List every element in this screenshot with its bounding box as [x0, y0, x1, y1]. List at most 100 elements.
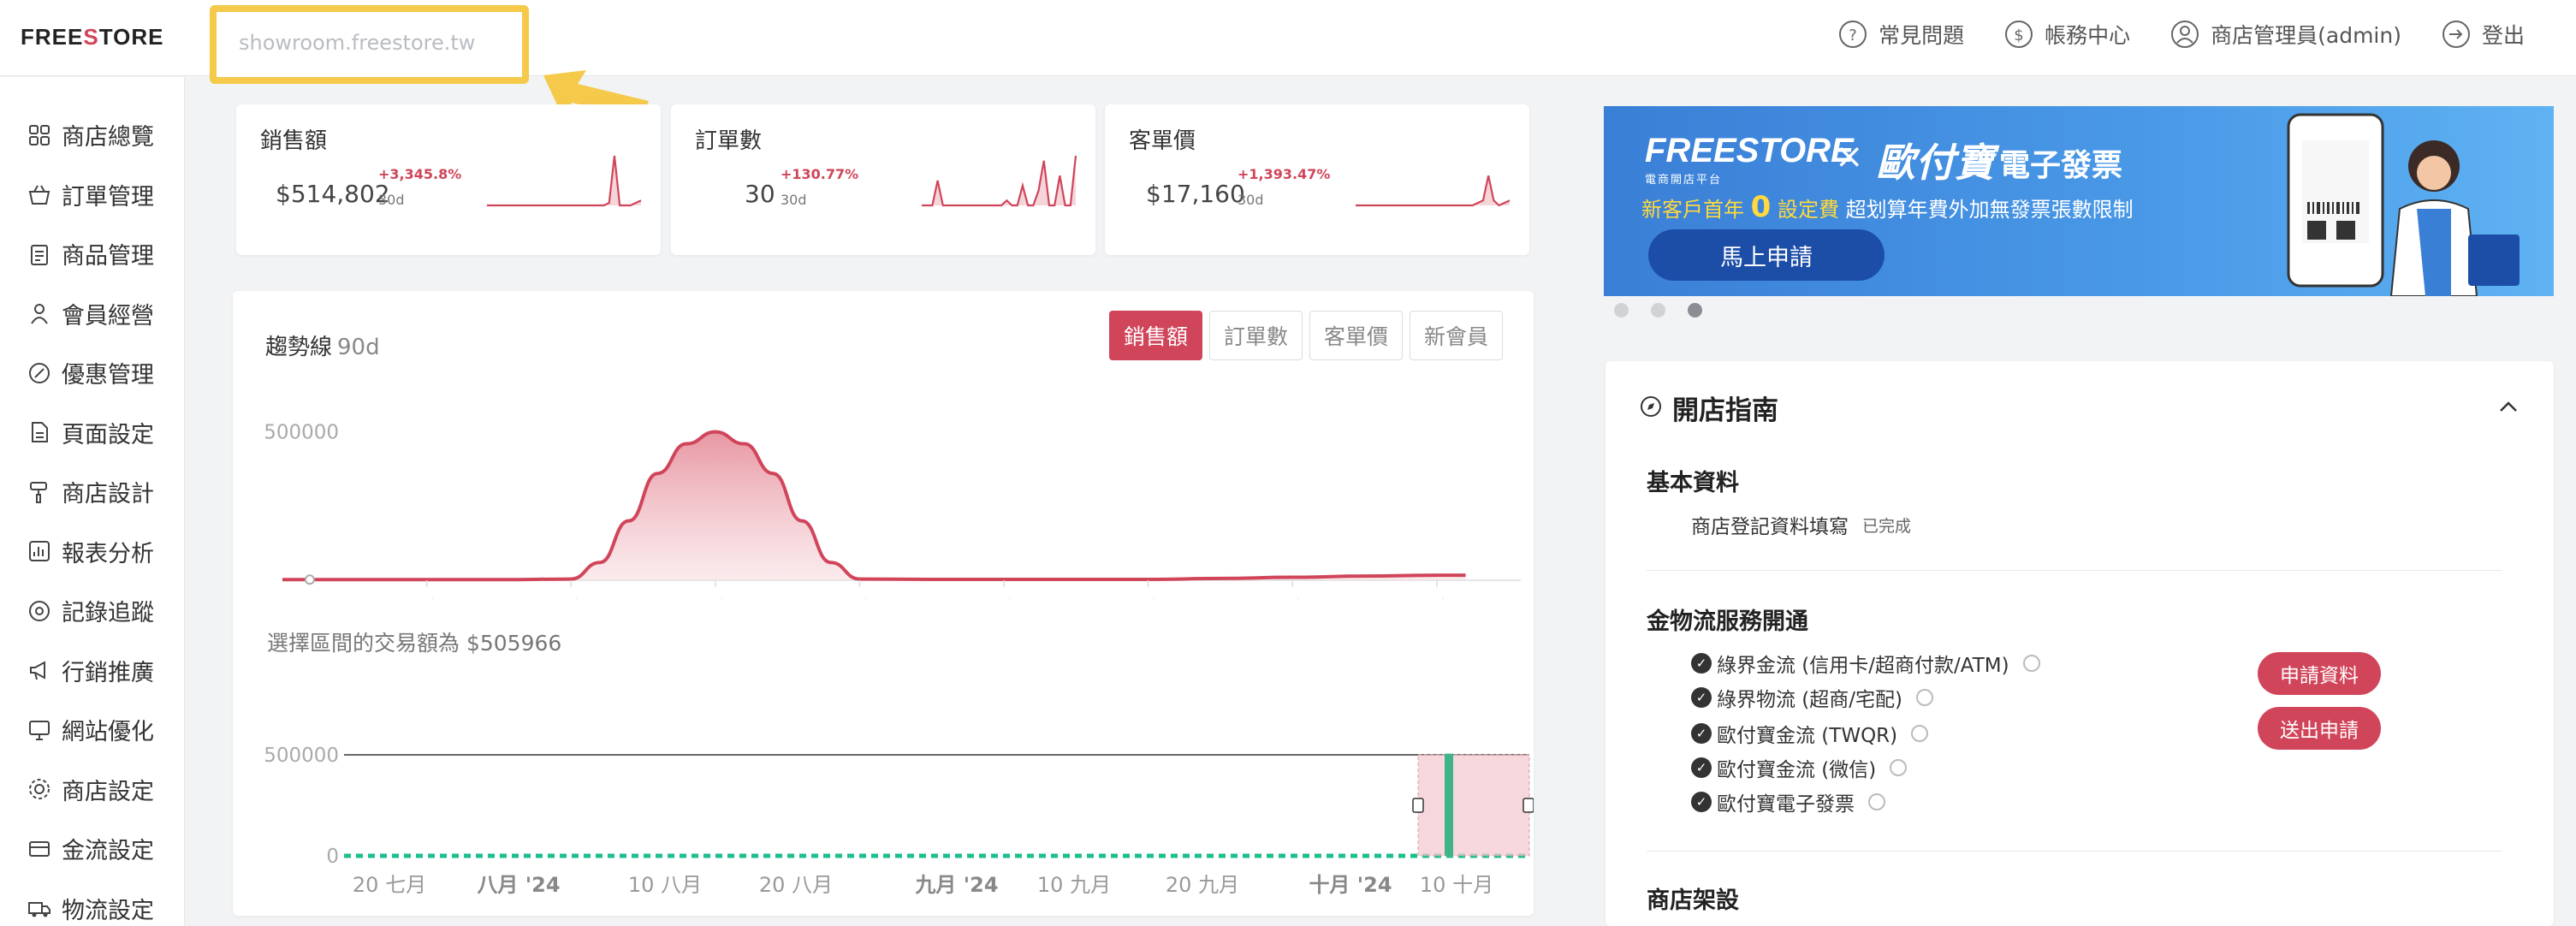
trend-area-chart[interactable]: 500000 09 十月 10 十月 11 十月 12 十月 13 十月 14 十月 15 十…: [233, 394, 1534, 599]
banner-invoice: 電子發票: [1999, 148, 2123, 183]
carousel-dots: [1614, 303, 1702, 318]
sidebar: 商店總覽訂單管理商品管理會員經營優惠管理頁面設定商店設計報表分析記錄追蹤行銷推廣…: [0, 77, 185, 926]
apply-docs-button[interactable]: 申請資料: [2258, 652, 2381, 695]
kpi-sparkline: [922, 155, 1077, 207]
x-tick-label: 15 十月: [1255, 597, 1329, 599]
top-bar: FREESTORE showroom.freestore.tw ? 常見問題 $…: [0, 0, 2576, 122]
admin-account-link[interactable]: 商店管理員(admin): [2169, 19, 2401, 50]
sidebar-item-label: 訂單管理: [62, 183, 154, 211]
tab-sales[interactable]: 銷售額: [1108, 311, 1202, 360]
sidebar-item-label: 行銷推廣: [62, 659, 154, 686]
sidebar-item[interactable]: 商店總覽: [27, 118, 154, 151]
x-tick-label: 13 十月: [967, 597, 1041, 599]
kpi-period: 30d: [378, 192, 405, 208]
sidebar-item-label: 物流設定: [62, 897, 154, 924]
banner-tagline: 新客戶首年 0 設定費 超划算年費外加無發票張數限制: [1641, 190, 2134, 224]
tab-orders[interactable]: 訂單數: [1208, 311, 1303, 360]
sidebar-item[interactable]: 會員經營: [27, 297, 154, 330]
sidebar-item[interactable]: 商品管理: [27, 237, 154, 270]
sidebar-item-label: 金流設定: [62, 838, 154, 864]
range-handle-left[interactable]: [1412, 798, 1424, 813]
loading-icon: [1868, 793, 1885, 810]
data-point[interactable]: [305, 574, 315, 585]
guide-item-store-registration[interactable]: 商店登記資料填寫 已完成: [1691, 510, 1911, 539]
logout-link[interactable]: 登出: [2441, 19, 2525, 50]
sidebar-item[interactable]: 頁面設定: [27, 416, 154, 449]
discount-icon: [29, 362, 50, 383]
carousel-dot[interactable]: [1651, 303, 1665, 318]
clipboard-icon: [31, 244, 48, 265]
sidebar-item-label: 報表分析: [62, 540, 154, 567]
sidebar-item[interactable]: 商店設計: [27, 475, 154, 508]
banner-apply-button[interactable]: 馬上申請: [1648, 229, 1885, 281]
kpi-card-avg-order[interactable]: 客單價 $17,160 30d +1,393.47%: [1105, 104, 1529, 255]
submit-application-button[interactable]: 送出申請: [2258, 707, 2381, 750]
basket-icon: [28, 185, 50, 205]
kpi-title: 訂單數: [695, 128, 763, 154]
logo[interactable]: FREESTORE: [21, 24, 163, 50]
target-icon: [29, 600, 50, 621]
sidebar-item[interactable]: 物流設定: [27, 892, 154, 925]
sparkline-line: [922, 155, 1077, 207]
store-url-field[interactable]: showroom.freestore.tw: [210, 5, 529, 84]
sidebar-item[interactable]: 網站優化: [27, 713, 154, 746]
sidebar-item[interactable]: 行銷推廣: [27, 654, 154, 687]
kpi-value: 30: [745, 180, 775, 208]
loading-icon: [2022, 655, 2040, 672]
x-tick-label: 十月 '24: [1309, 873, 1392, 897]
area-fill: [282, 431, 1466, 580]
billing-link[interactable]: $ 帳務中心: [2003, 19, 2130, 50]
card-icon: [29, 840, 50, 857]
kpi-value: $17,160: [1146, 180, 1245, 208]
range-bar: [1445, 753, 1453, 856]
banner-x: ×: [1835, 137, 1864, 176]
carousel-dot[interactable]: [1614, 303, 1629, 318]
faq-link[interactable]: ? 常見問題: [1837, 19, 1964, 50]
divider: [1647, 570, 2502, 571]
person-icon: [31, 304, 48, 324]
paint-roller-icon: [30, 481, 47, 503]
guide-service-item: ✓ 歐付寶金流 (微信): [1691, 753, 1908, 782]
kpi-card-sales[interactable]: 銷售額 $514,802 30d +3,345.8%: [236, 104, 661, 255]
x-tick-label: 20 八月: [759, 873, 833, 897]
x-tick-label: 12 十月: [822, 597, 896, 599]
banner-brand: FREESTORE 電商開店平台: [1645, 132, 1854, 186]
promo-banner[interactable]: FREESTORE 電商開店平台 × 歐付寶 電子發票 新客戶首年 0 設定費 超…: [1604, 106, 2554, 296]
kpi-period: 30d: [1238, 192, 1264, 208]
x-tick-label: 09 十月: [390, 597, 464, 599]
guide-item-status: 已完成: [1862, 516, 1912, 536]
chevron-up-icon[interactable]: [2497, 395, 2520, 418]
sparkline-area: [922, 156, 1076, 205]
sidebar-item[interactable]: 優惠管理: [27, 356, 154, 389]
faq-label: 常見問題: [1879, 23, 1965, 48]
kpi-period: 30d: [781, 192, 807, 208]
tab-avg-order[interactable]: 客單價: [1309, 311, 1403, 360]
compass-icon: [1641, 396, 1661, 417]
truck-icon: [28, 902, 50, 917]
billing-label: 帳務中心: [2045, 23, 2131, 48]
y-tick-label: 500000: [264, 422, 339, 444]
sidebar-item[interactable]: 記錄追蹤: [27, 594, 154, 627]
kpi-change: +1,393.47%: [1238, 166, 1331, 182]
carousel-dot-active[interactable]: [1688, 303, 1702, 318]
sidebar-item[interactable]: 報表分析: [27, 535, 154, 568]
kpi-card-orders[interactable]: 訂單數 30 30d +130.77%: [671, 104, 1095, 255]
trend-card: 趨勢線90d 銷售額 訂單數 客單價 新會員 500000 09 十月 10 十月 1…: [233, 291, 1534, 916]
y-tick-label: 0: [326, 846, 339, 868]
guide-title: 開店指南: [1672, 395, 1778, 426]
range-handle-right[interactable]: [1522, 798, 1534, 813]
guide-service-item: ✓ 綠界物流 (超商/宅配): [1691, 683, 1934, 712]
sidebar-item[interactable]: 商店設定: [27, 773, 154, 806]
range-navigator-chart[interactable]: 500000 0 20 七月 八月 '24 10 八月 20 八月 九月 '24 10 九月 2…: [233, 702, 1534, 907]
series-line: [282, 430, 1466, 582]
dollar-circle-icon: $: [2005, 21, 2033, 48]
tab-new-members[interactable]: 新會員: [1409, 311, 1503, 360]
divider: [1647, 851, 2502, 852]
range-selection[interactable]: [1417, 754, 1530, 857]
sidebar-item[interactable]: 金流設定: [27, 832, 154, 865]
x-tick-label: 10 十月: [1420, 873, 1493, 897]
sidebar-item-label: 記錄追蹤: [62, 600, 154, 626]
sidebar-item[interactable]: 訂單管理: [27, 178, 154, 211]
loading-icon: [1911, 725, 1929, 742]
x-tick-label: 10 十月: [534, 597, 608, 599]
